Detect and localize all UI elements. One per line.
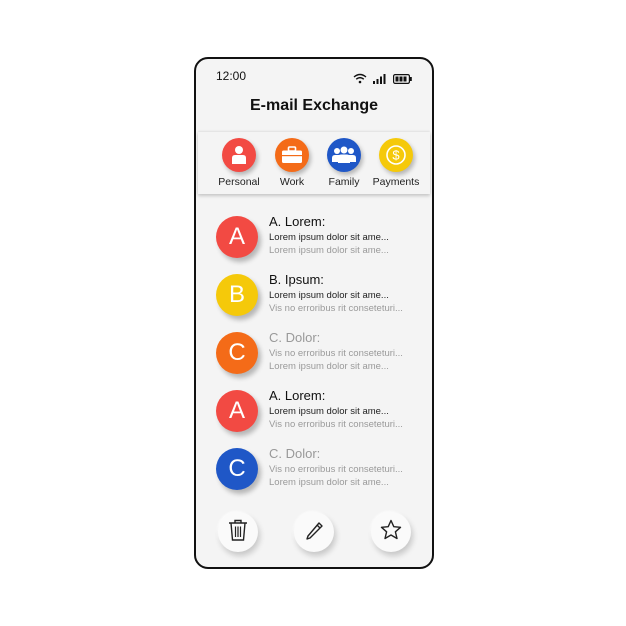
category-family[interactable]: Family xyxy=(316,138,372,188)
category-bar: Personal Work Family $ Payments xyxy=(198,132,430,194)
status-icons xyxy=(353,71,412,89)
category-payments[interactable]: $ Payments xyxy=(368,138,424,188)
message-preview: Lorem ipsum dolor sit ame... xyxy=(269,406,389,417)
sender-name: A. Lorem: xyxy=(269,214,326,229)
battery-icon xyxy=(393,71,412,89)
dollar-icon: $ xyxy=(379,138,413,172)
sender-name: C. Dolor: xyxy=(269,330,321,345)
avatar: A xyxy=(216,390,258,432)
sender-name: B. Ipsum: xyxy=(269,272,324,287)
message-preview-secondary: Lorem ipsum dolor sit ame... xyxy=(269,477,389,488)
message-preview-secondary: Vis no erroribus rit conseteturi... xyxy=(269,419,403,430)
list-item[interactable]: C C. Dolor: Vis no erroribus rit consete… xyxy=(196,446,432,498)
sender-name: A. Lorem: xyxy=(269,388,326,403)
message-preview-secondary: Vis no erroribus rit conseteturi... xyxy=(269,303,403,314)
message-preview: Lorem ipsum dolor sit ame... xyxy=(269,290,389,301)
category-label: Personal xyxy=(218,176,260,188)
group-icon xyxy=(327,138,361,172)
list-item[interactable]: A A. Lorem: Lorem ipsum dolor sit ame...… xyxy=(196,214,432,266)
category-work[interactable]: Work xyxy=(264,138,320,188)
avatar: C xyxy=(216,332,258,374)
star-icon xyxy=(380,519,402,546)
pencil-icon xyxy=(304,520,324,545)
category-label: Family xyxy=(328,176,360,188)
message-preview: Vis no erroribus rit conseteturi... xyxy=(269,348,403,359)
app-title: E-mail Exchange xyxy=(249,97,379,114)
sender-name: C. Dolor: xyxy=(269,446,321,461)
message-preview-secondary: Lorem ipsum dolor sit ame... xyxy=(269,245,389,256)
wifi-icon xyxy=(353,71,367,89)
briefcase-icon xyxy=(275,138,309,172)
status-time: 12:00 xyxy=(216,69,247,83)
message-preview: Vis no erroribus rit conseteturi... xyxy=(269,464,403,475)
person-icon xyxy=(222,138,256,172)
avatar: B xyxy=(216,274,258,316)
action-bar xyxy=(196,512,432,552)
list-item[interactable]: C C. Dolor: Vis no erroribus rit consete… xyxy=(196,330,432,382)
list-item[interactable]: B B. Ipsum: Lorem ipsum dolor sit ame...… xyxy=(196,272,432,324)
avatar: A xyxy=(216,216,258,258)
phone-screen: 12:00 E-mail Exchange Personal Work Fami… xyxy=(194,57,434,569)
avatar: C xyxy=(216,448,258,490)
category-personal[interactable]: Personal xyxy=(211,138,267,188)
compose-button[interactable] xyxy=(294,512,334,552)
message-preview-secondary: Lorem ipsum dolor sit ame... xyxy=(269,361,389,372)
category-label: Work xyxy=(279,176,305,188)
delete-button[interactable] xyxy=(218,512,258,552)
message-preview: Lorem ipsum dolor sit ame... xyxy=(269,232,389,243)
list-item[interactable]: A A. Lorem: Lorem ipsum dolor sit ame...… xyxy=(196,388,432,440)
category-label: Payments xyxy=(372,176,420,188)
status-bar: 12:00 xyxy=(196,69,432,85)
svg-text:$: $ xyxy=(392,148,400,163)
trash-icon xyxy=(228,519,248,546)
signal-icon xyxy=(373,71,387,89)
favorite-button[interactable] xyxy=(371,512,411,552)
